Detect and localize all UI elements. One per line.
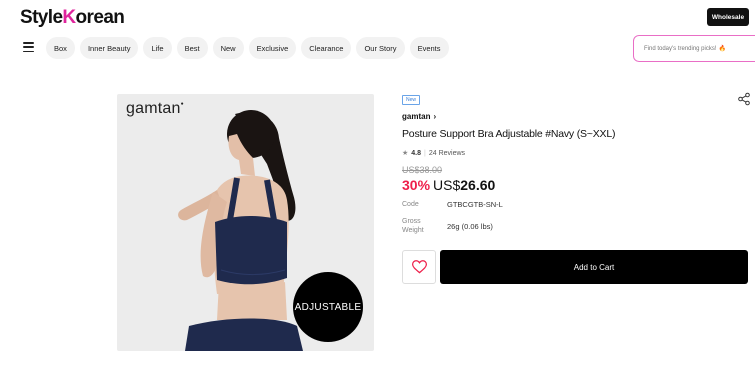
share-icon[interactable] bbox=[737, 92, 751, 106]
discount-percent: 30% bbox=[402, 177, 431, 193]
logo-prefix: Style bbox=[20, 7, 63, 28]
price-row: 30% US$26.60 bbox=[402, 177, 495, 193]
weight-label: Gross Weight bbox=[402, 217, 424, 235]
nav-item-our-story[interactable]: Our Story bbox=[356, 37, 405, 59]
logo-suffix: orean bbox=[75, 7, 125, 28]
currency: US$ bbox=[433, 177, 461, 193]
heart-icon bbox=[411, 260, 427, 274]
rating-row: ★ 4.8 | 24 Reviews bbox=[402, 149, 465, 158]
wishlist-button[interactable] bbox=[402, 250, 436, 284]
rating-score: 4.8 bbox=[411, 149, 422, 157]
original-price: US$38.00 bbox=[402, 165, 443, 175]
new-badge: New bbox=[402, 95, 421, 105]
wholesale-button[interactable]: Wholesale bbox=[707, 8, 749, 26]
brand-link[interactable]: gamtan › bbox=[402, 112, 436, 121]
code-label: Code bbox=[402, 201, 419, 208]
add-to-cart-button[interactable]: Add to Cart bbox=[440, 250, 748, 284]
search-placeholder: Find today's trending picks! bbox=[644, 45, 717, 52]
product-title: Posture Support Bra Adjustable #Navy (S~… bbox=[402, 128, 616, 140]
nav-item-clearance[interactable]: Clearance bbox=[301, 37, 352, 59]
sale-price: US$26.60 bbox=[433, 177, 495, 193]
rating-divider: | bbox=[424, 149, 426, 157]
adjustable-badge: ADJUSTABLE bbox=[293, 272, 363, 342]
nav-item-new[interactable]: New bbox=[212, 37, 244, 59]
star-icon: ★ bbox=[402, 150, 409, 157]
flame-icon: 🔥 bbox=[718, 46, 726, 52]
review-count-link[interactable]: 24 Reviews bbox=[429, 150, 465, 157]
nav-item-best[interactable]: Best bbox=[176, 37, 208, 59]
nav-item-inner-beauty[interactable]: Inner Beauty bbox=[79, 37, 139, 59]
nav-item-exclusive[interactable]: Exclusive bbox=[248, 37, 297, 59]
search-input[interactable]: Find today's trending picks! 🔥 bbox=[633, 35, 755, 62]
nav-item-events[interactable]: Events bbox=[409, 37, 449, 59]
nav-item-box[interactable]: Box bbox=[46, 37, 75, 59]
price-value: 26.60 bbox=[460, 177, 496, 193]
logo-k: K bbox=[62, 7, 76, 28]
image-brand-logo: gamtan● bbox=[126, 100, 184, 117]
product-image[interactable]: gamtan● ADJUSTABLE bbox=[117, 94, 374, 351]
weight-label-line-1: Gross bbox=[402, 218, 421, 225]
code-value: GTBCGTB-SN-L bbox=[447, 200, 503, 209]
hamburger-menu-icon[interactable] bbox=[23, 42, 34, 52]
weight-label-line-2: Weight bbox=[402, 227, 424, 234]
weight-value: 26g (0.06 lbs) bbox=[447, 222, 493, 231]
chevron-right-icon: › bbox=[433, 112, 437, 121]
brand-name: gamtan bbox=[402, 112, 431, 121]
nav-item-life[interactable]: Life bbox=[143, 37, 172, 59]
site-logo[interactable]: StyleKorean bbox=[20, 7, 125, 29]
category-nav: Box Inner Beauty Life Best New Exclusive… bbox=[46, 37, 449, 59]
